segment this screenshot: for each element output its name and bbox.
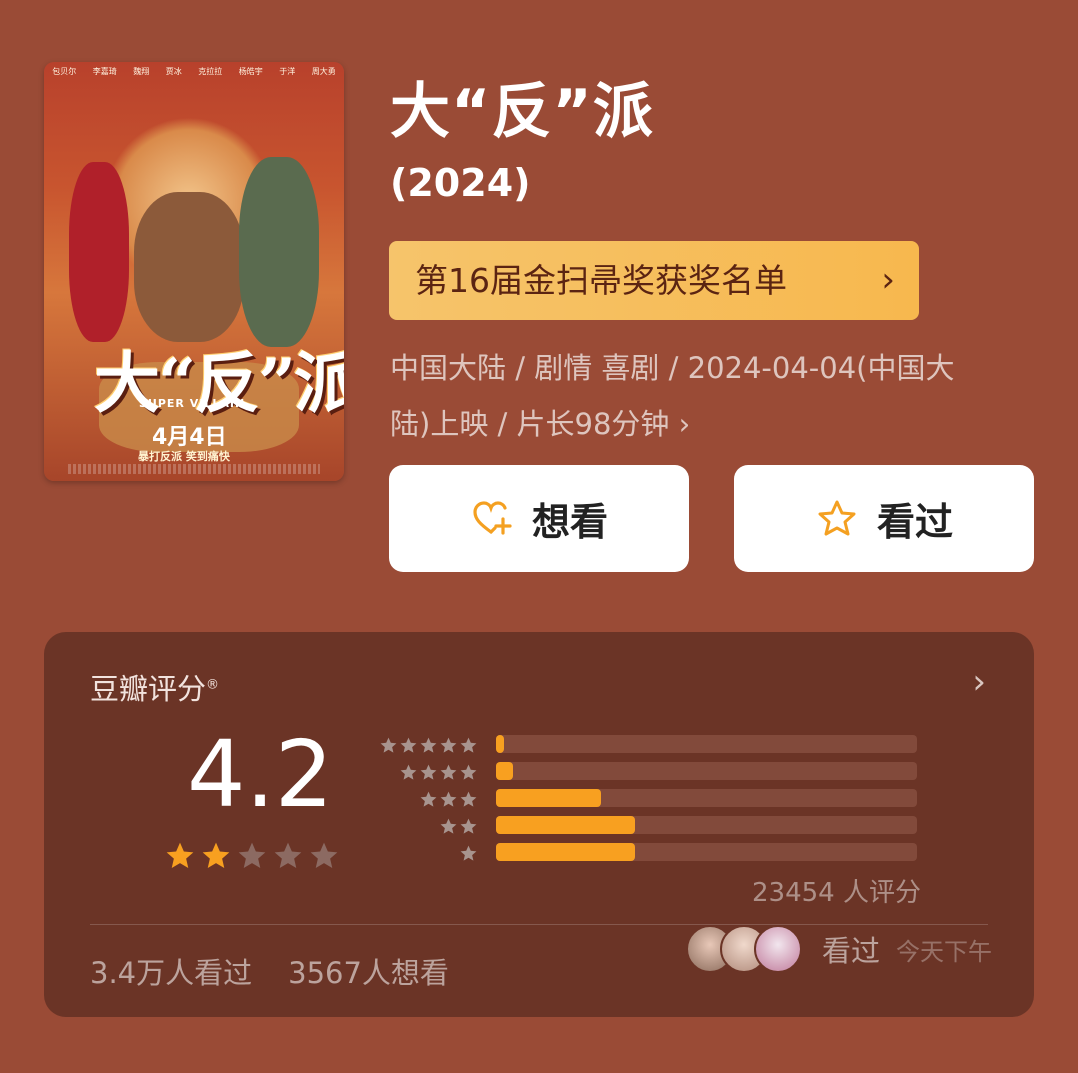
- star-icon: [166, 842, 194, 868]
- histogram-track: [496, 789, 917, 807]
- watched-label: 看过: [876, 500, 953, 544]
- poster-fine-print: [68, 464, 320, 474]
- rating-score: 4.2: [187, 721, 334, 828]
- want-to-watch-button[interactable]: 想看: [389, 465, 689, 572]
- histogram-stars: [419, 790, 478, 809]
- star-icon: [460, 791, 477, 807]
- registered-mark: ®: [206, 677, 220, 693]
- poster-cast-name: 于洋: [279, 67, 296, 76]
- poster-tagline: 暴打反派 笑到痛快: [138, 450, 230, 463]
- seen-count: 3.4万人看过: [90, 956, 253, 990]
- heart-plus-icon: [473, 500, 512, 535]
- star-icon: [310, 842, 338, 868]
- histogram-track: [496, 735, 917, 753]
- poster-cast-name: 克拉拉: [198, 67, 223, 76]
- histogram-bar: [496, 816, 635, 834]
- chevron-right-icon[interactable]: ›: [972, 662, 986, 702]
- poster-cast-name: 周大勇: [311, 67, 336, 76]
- want-count: 3567人想看: [288, 956, 449, 990]
- rating-label-text: 豆瓣评分: [90, 672, 207, 706]
- star-icon: [440, 818, 457, 834]
- histogram-bar: [496, 735, 505, 753]
- friends-activity[interactable]: 看过 今天下午: [686, 925, 992, 973]
- histogram-bar: [496, 762, 513, 780]
- histogram-stars: [459, 844, 478, 863]
- poster-cast-name: 魏翔: [133, 67, 150, 76]
- histogram-bar: [496, 843, 635, 861]
- star-icon: [460, 764, 477, 780]
- score-stars: [164, 840, 340, 872]
- histogram-track: [496, 816, 917, 834]
- poster-title: 大“反”派: [94, 344, 344, 422]
- histogram-stars: [379, 736, 478, 755]
- star-icon: [460, 737, 477, 753]
- star-icon: [460, 818, 477, 834]
- histogram-track: [496, 762, 917, 780]
- friends-label: 看过: [822, 934, 881, 968]
- star-icon: [400, 737, 417, 753]
- histogram-track: [496, 843, 917, 861]
- histogram-row-5-star: [374, 732, 934, 759]
- movie-meta-line: 中国大陆 / 剧情 喜剧 / 2024-04-04(中国大: [390, 351, 955, 385]
- star-icon: [380, 737, 397, 753]
- movie-poster[interactable]: 包贝尔 李嘉琦 魏翔 贾冰 克拉拉 杨皓宇 于洋 周大勇 大“反”派 SUPER…: [44, 62, 344, 481]
- star-icon: [440, 764, 457, 780]
- movie-meta-line: 陆)上映 / 片长98分钟 ›: [390, 407, 691, 441]
- star-icon: [420, 791, 437, 807]
- star-icon: [238, 842, 266, 868]
- poster-figure: [134, 192, 244, 342]
- chevron-right-icon: ›: [881, 260, 895, 300]
- histogram-stars: [439, 817, 478, 836]
- poster-cast-name: 李嘉琦: [92, 67, 117, 76]
- rating-card[interactable]: 豆瓣评分® › 4.2 23454 人评分 3.4万人看过 3567人想看 看过 …: [44, 632, 1034, 1017]
- star-outline-icon: [818, 500, 856, 535]
- poster-cast: 包贝尔 李嘉琦 魏翔 贾冰 克拉拉 杨皓宇 于洋 周大勇: [44, 66, 344, 77]
- poster-figure: [239, 157, 319, 347]
- star-icon: [440, 737, 457, 753]
- watched-button[interactable]: 看过: [734, 465, 1034, 572]
- histogram-stars: [399, 763, 478, 782]
- rating-histogram: [374, 732, 934, 867]
- histogram-row-2-star: [374, 813, 934, 840]
- histogram-row-3-star: [374, 786, 934, 813]
- star-icon: [440, 791, 457, 807]
- poster-cast-name: 杨皓宇: [238, 67, 263, 76]
- award-banner[interactable]: 第16届金扫帚奖获奖名单 ›: [389, 241, 919, 320]
- award-label: 第16届金扫帚奖获奖名单: [415, 261, 787, 300]
- movie-meta[interactable]: 中国大陆 / 剧情 喜剧 / 2024-04-04(中国大 陆)上映 / 片长9…: [390, 340, 1040, 452]
- histogram-row-4-star: [374, 759, 934, 786]
- poster-cast-name: 贾冰: [165, 67, 182, 76]
- star-icon: [274, 842, 302, 868]
- friend-avatar[interactable]: [754, 925, 802, 973]
- histogram-row-1-star: [374, 840, 934, 867]
- rating-count: 23454 人评分: [752, 878, 921, 908]
- star-icon: [420, 737, 437, 753]
- star-icon: [400, 764, 417, 780]
- movie-title: 大“反”派: [390, 77, 654, 147]
- rating-label: 豆瓣评分®: [90, 666, 219, 708]
- poster-figure: [69, 162, 129, 342]
- histogram-bar: [496, 789, 602, 807]
- star-icon: [420, 764, 437, 780]
- poster-subtitle: SUPER VILLAIN: [139, 397, 246, 410]
- poster-cast-name: 包贝尔: [52, 67, 77, 76]
- want-to-watch-label: 想看: [531, 500, 608, 544]
- star-icon: [460, 845, 477, 861]
- friends-time: 今天下午: [896, 937, 993, 966]
- movie-year: (2024): [390, 161, 531, 205]
- poster-date: 4月4日: [152, 425, 227, 450]
- audience-stats: 3.4万人看过 3567人想看: [90, 950, 449, 992]
- star-icon: [202, 842, 230, 868]
